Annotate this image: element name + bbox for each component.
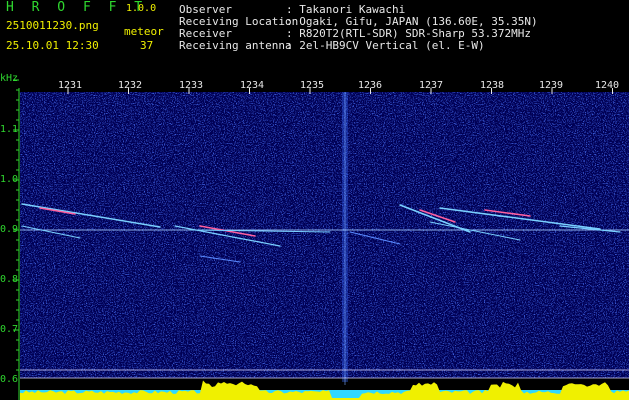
x-ticks <box>67 88 613 94</box>
signal-baseline <box>20 380 629 400</box>
y-tick-label: 1.1 <box>0 124 19 135</box>
spectrogram <box>13 79 629 400</box>
x-tick-label: 1240 <box>595 80 620 91</box>
y-tick-label: 0.8 <box>0 274 19 285</box>
antenna-label: Receiving antenna <box>179 39 292 52</box>
x-tick-label: 1231 <box>58 80 83 91</box>
signal-baseline-low <box>20 390 629 400</box>
meteor-trace <box>399 204 471 233</box>
app-version: 1.0.0 <box>126 3 157 14</box>
meteor-trace <box>21 203 161 228</box>
meteor-trace <box>174 225 281 247</box>
hrofft-window: H R O F F T 1.0.0 2510011230.png 25.10.0… <box>0 0 629 400</box>
meteor-trace <box>419 209 456 223</box>
meteor-trace <box>349 231 401 245</box>
x-tick-label: 1238 <box>480 80 505 91</box>
filename: 2510011230.png <box>6 19 99 32</box>
meteor-trace <box>439 207 601 230</box>
meteor-trace <box>199 225 256 237</box>
x-tick-label: 1233 <box>179 80 204 91</box>
x-tick-label: 1235 <box>300 80 325 91</box>
interference-band <box>342 92 348 382</box>
antenna-value: : 2el-HB9CV Vertical (el. E-W) <box>286 39 485 52</box>
y-tick-label: 0.6 <box>0 374 19 385</box>
meteor-traces <box>21 203 621 263</box>
y-tick-label: 0.9 <box>0 224 19 235</box>
meteor-trace <box>559 225 621 233</box>
x-tick-label: 1232 <box>118 80 143 91</box>
meteor-trace <box>429 221 521 241</box>
datetime: 25.10.01 12:30 <box>6 39 99 52</box>
detection-count: 37 <box>140 39 154 52</box>
x-tick-label: 1239 <box>539 80 564 91</box>
meteor-trace <box>189 229 331 233</box>
meteor-trace <box>199 255 241 263</box>
meteor-trace <box>484 209 531 217</box>
meteor-trace <box>39 207 76 215</box>
meteor-trace <box>21 225 81 239</box>
y-tick-label: 0.7 <box>0 324 19 335</box>
y-tick-label: 1.0 <box>0 174 19 185</box>
x-tick-label: 1237 <box>419 80 444 91</box>
x-tick-label: 1234 <box>240 80 265 91</box>
spectrogram-background <box>20 92 629 378</box>
y-unit-label: kHz <box>0 73 19 84</box>
detection-type-label: meteor <box>124 25 164 38</box>
x-tick-label: 1236 <box>358 80 383 91</box>
spectrogram-noise <box>20 92 629 378</box>
